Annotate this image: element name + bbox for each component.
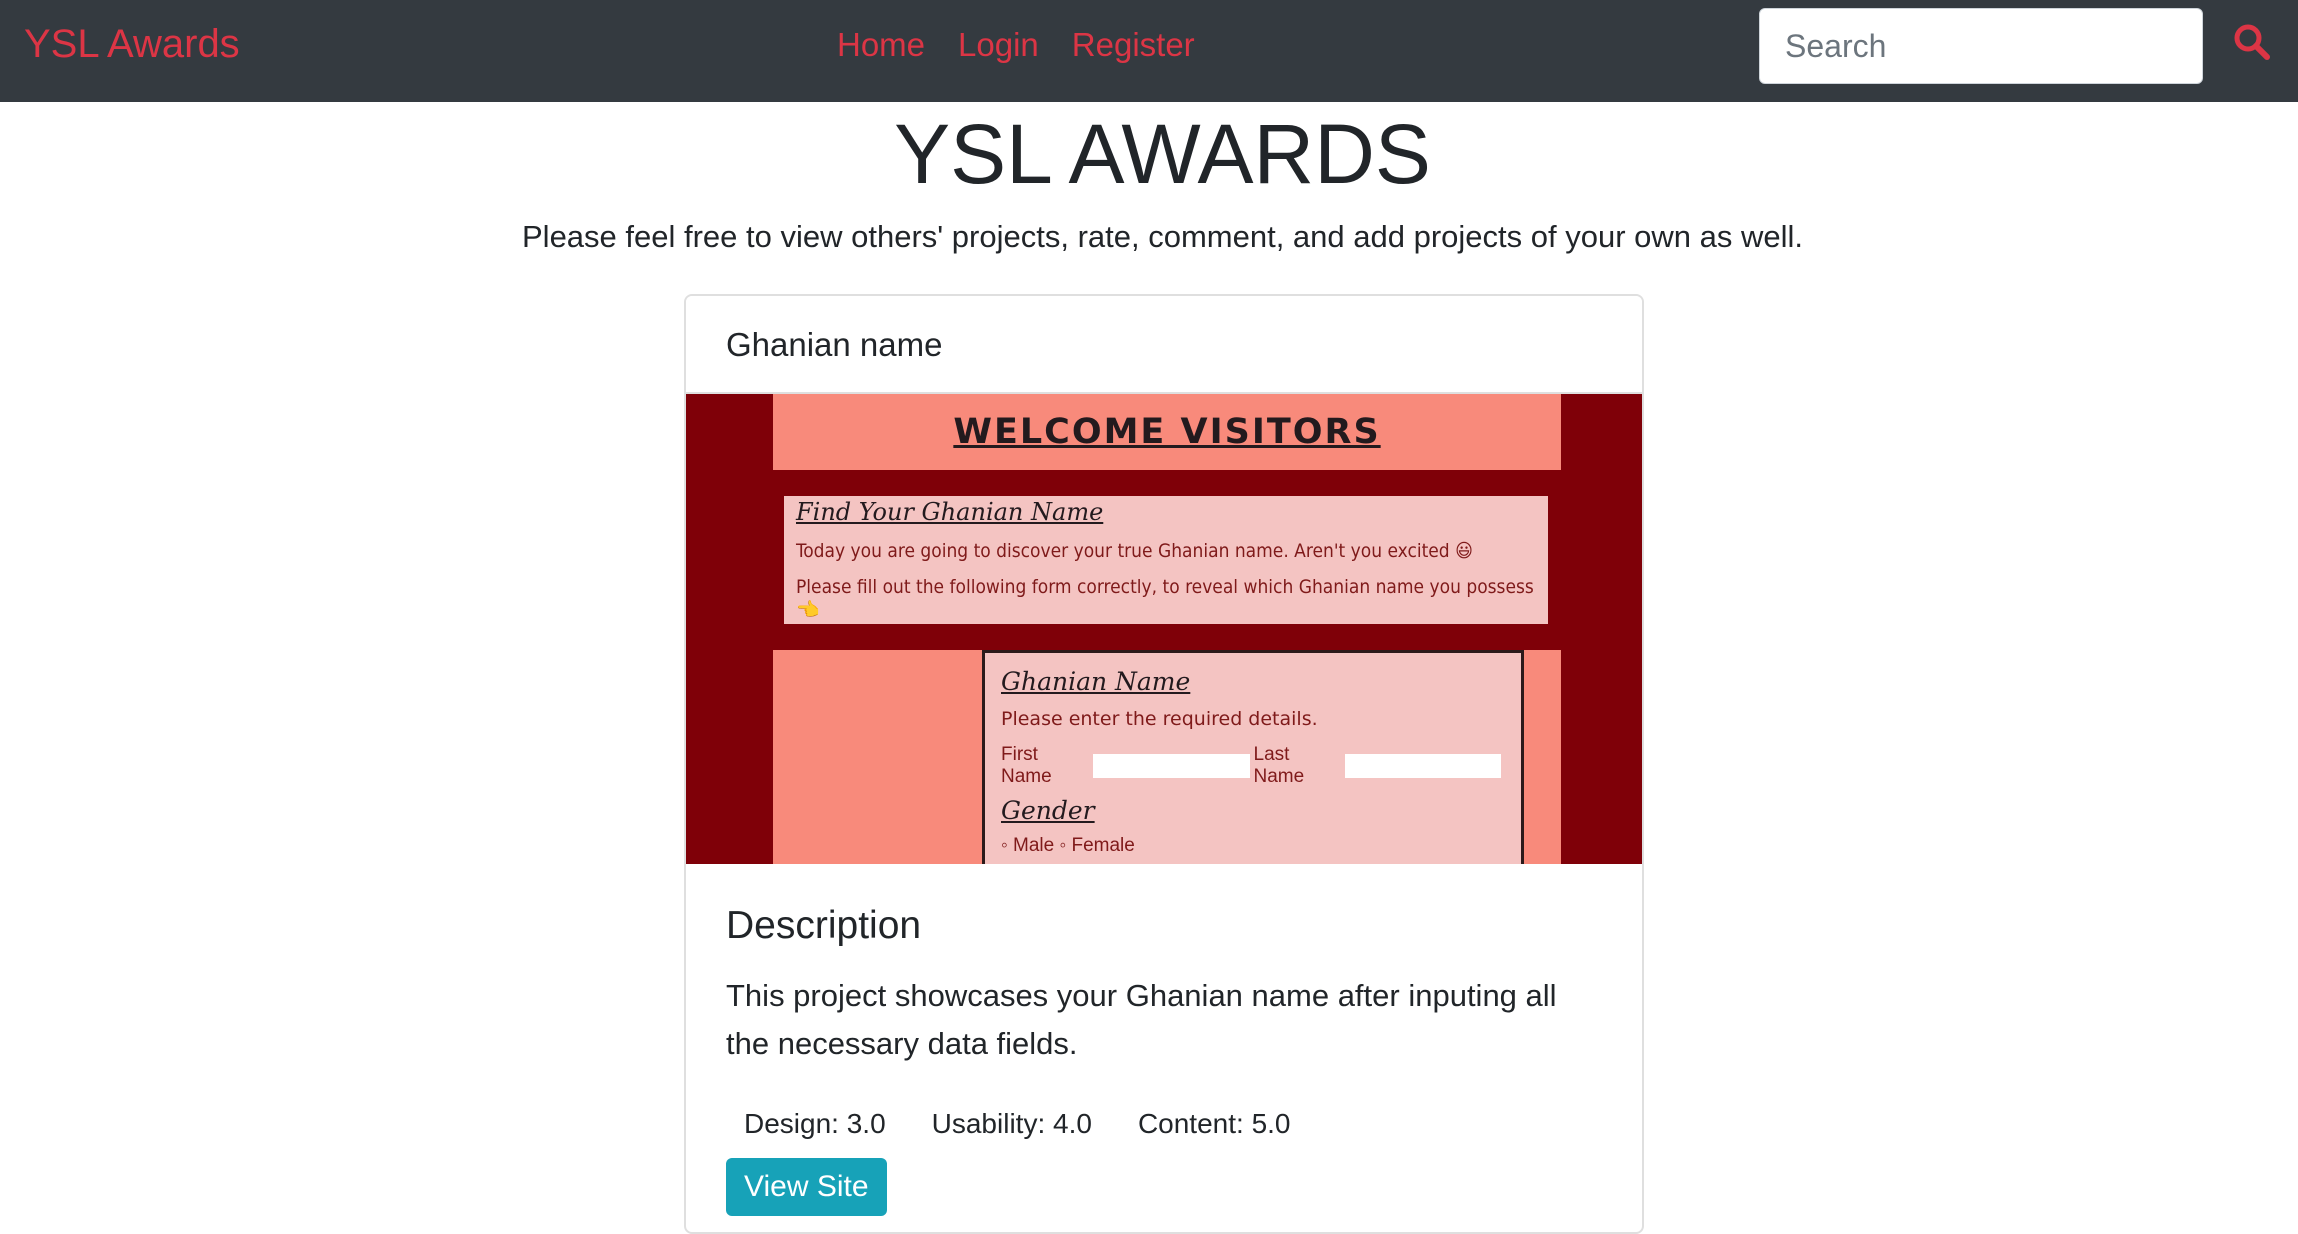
brand-link[interactable]: YSL Awards [24,22,240,67]
gender-label: Gender [1001,796,1095,825]
welcome-banner: WELCOME VISITORS [773,394,1561,470]
project-screenshot: WELCOME VISITORS Find Your Ghanian Name … [686,394,1642,864]
usability-rating: Usability: 4.0 [931,1108,1092,1139]
nav-register-link[interactable]: Register [1072,26,1195,64]
ratings: Design: 3.0 Usability: 4.0 Content: 5.0 [744,1108,1606,1140]
form-title: Ghanian Name [1001,667,1191,696]
intro-line-1: Today you are going to discover your tru… [796,540,1473,562]
first-name-label: First Name [1001,744,1052,787]
card-body: Description This project showcases your … [726,904,1606,1216]
nav-links: Home Login Register [837,26,1228,64]
project-card: Ghanian name WELCOME VISITORS Find Your … [684,294,1644,1234]
content-rating: Content: 5.0 [1137,1108,1291,1139]
view-site-button[interactable]: View Site [726,1158,887,1216]
description-heading: Description [726,904,922,947]
search-icon[interactable] [2232,22,2282,72]
gender-options: ◦ Male ◦ Female [1001,835,1135,856]
welcome-text: WELCOME VISITORS [953,412,1381,452]
last-name-field [1344,754,1502,778]
intro-line-2: Please fill out the following form corre… [796,576,1534,621]
page-subtitle: Please feel free to view others' project… [522,219,1803,254]
form-prompt: Please enter the required details. [1001,708,1318,730]
form-band: Ghanian Name Please enter the required d… [773,650,1561,864]
search-input[interactable] [1759,8,2203,84]
project-title: Ghanian name [686,296,1642,394]
first-name-field [1093,754,1250,778]
last-name-label: Last Name [1253,744,1305,787]
navbar: YSL Awards Home Login Register [0,0,2298,102]
description-text: This project showcases your Ghanian name… [726,978,1557,1061]
design-rating: Design: 3.0 [744,1108,886,1139]
intro-box: Find Your Ghanian Name Today you are goi… [784,496,1548,624]
intro-title: Find Your Ghanian Name [796,498,1104,526]
form-box: Ghanian Name Please enter the required d… [982,650,1524,864]
nav-login-link[interactable]: Login [958,26,1039,64]
nav-home-link[interactable]: Home [837,26,925,64]
page-title: YSL AWARDS [894,107,1431,201]
name-row: First Name Last Name [1001,744,1505,788]
